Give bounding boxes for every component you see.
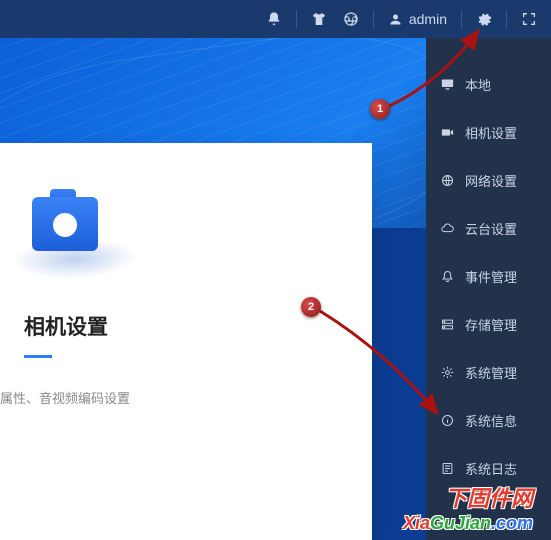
info-icon xyxy=(440,413,455,428)
menu-label: 事件管理 xyxy=(465,267,517,286)
fullscreen-icon[interactable] xyxy=(515,5,543,33)
gear-icon[interactable] xyxy=(470,5,498,33)
globe-icon[interactable] xyxy=(337,5,365,33)
menu-label: 系统信息 xyxy=(465,411,517,430)
user-label: admin xyxy=(409,11,447,27)
menu-item-ptz[interactable]: 云台设置 xyxy=(426,204,551,252)
separator xyxy=(461,10,462,28)
menu-item-storage[interactable]: 存储管理 xyxy=(426,300,551,348)
camera-icon xyxy=(20,191,130,271)
title-underline xyxy=(24,355,52,358)
storage-icon xyxy=(440,317,455,332)
watermark: 下固件网 XiaGuJian.com xyxy=(403,481,533,534)
bell-icon[interactable] xyxy=(260,5,288,33)
camcorder-icon xyxy=(440,125,455,140)
user-menu[interactable]: admin xyxy=(382,11,453,27)
bell-icon xyxy=(440,269,455,284)
menu-label: 系统日志 xyxy=(465,459,517,478)
menu-item-event[interactable]: 事件管理 xyxy=(426,252,551,300)
watermark-cn: 下固件网 xyxy=(403,481,533,513)
menu-item-network[interactable]: 网络设置 xyxy=(426,156,551,204)
card-title: 相机设置 xyxy=(24,311,372,341)
menu-label: 网络设置 xyxy=(465,171,517,190)
card-description: 属性、音视频编码设置 xyxy=(0,388,372,407)
settings-sidemenu: 本地 相机设置 网络设置 云台设置 事件管理 存储管理 系统管理 系统信息 系统… xyxy=(426,38,551,540)
menu-label: 相机设置 xyxy=(465,123,517,142)
menu-item-system[interactable]: 系统管理 xyxy=(426,348,551,396)
topbar: admin xyxy=(0,0,551,38)
content-card: 相机设置 属性、音视频编码设置 xyxy=(0,143,372,540)
watermark-en: XiaGuJian.com xyxy=(403,513,533,534)
separator xyxy=(373,10,374,28)
menu-item-camera[interactable]: 相机设置 xyxy=(426,108,551,156)
menu-item-local[interactable]: 本地 xyxy=(426,60,551,108)
globe-icon xyxy=(440,173,455,188)
cloud-icon xyxy=(440,221,455,236)
menu-label: 存储管理 xyxy=(465,315,517,334)
gear-icon xyxy=(440,365,455,380)
annotation-marker-2: 2 xyxy=(301,297,321,317)
shirt-icon[interactable] xyxy=(305,5,333,33)
annotation-marker-1: 1 xyxy=(370,99,390,119)
user-icon xyxy=(388,12,403,27)
monitor-icon xyxy=(440,77,455,92)
separator xyxy=(506,10,507,28)
menu-item-sysinfo[interactable]: 系统信息 xyxy=(426,396,551,444)
separator xyxy=(296,10,297,28)
menu-label: 系统管理 xyxy=(465,363,517,382)
menu-label: 云台设置 xyxy=(465,219,517,238)
log-icon xyxy=(440,461,455,476)
menu-label: 本地 xyxy=(465,75,491,94)
